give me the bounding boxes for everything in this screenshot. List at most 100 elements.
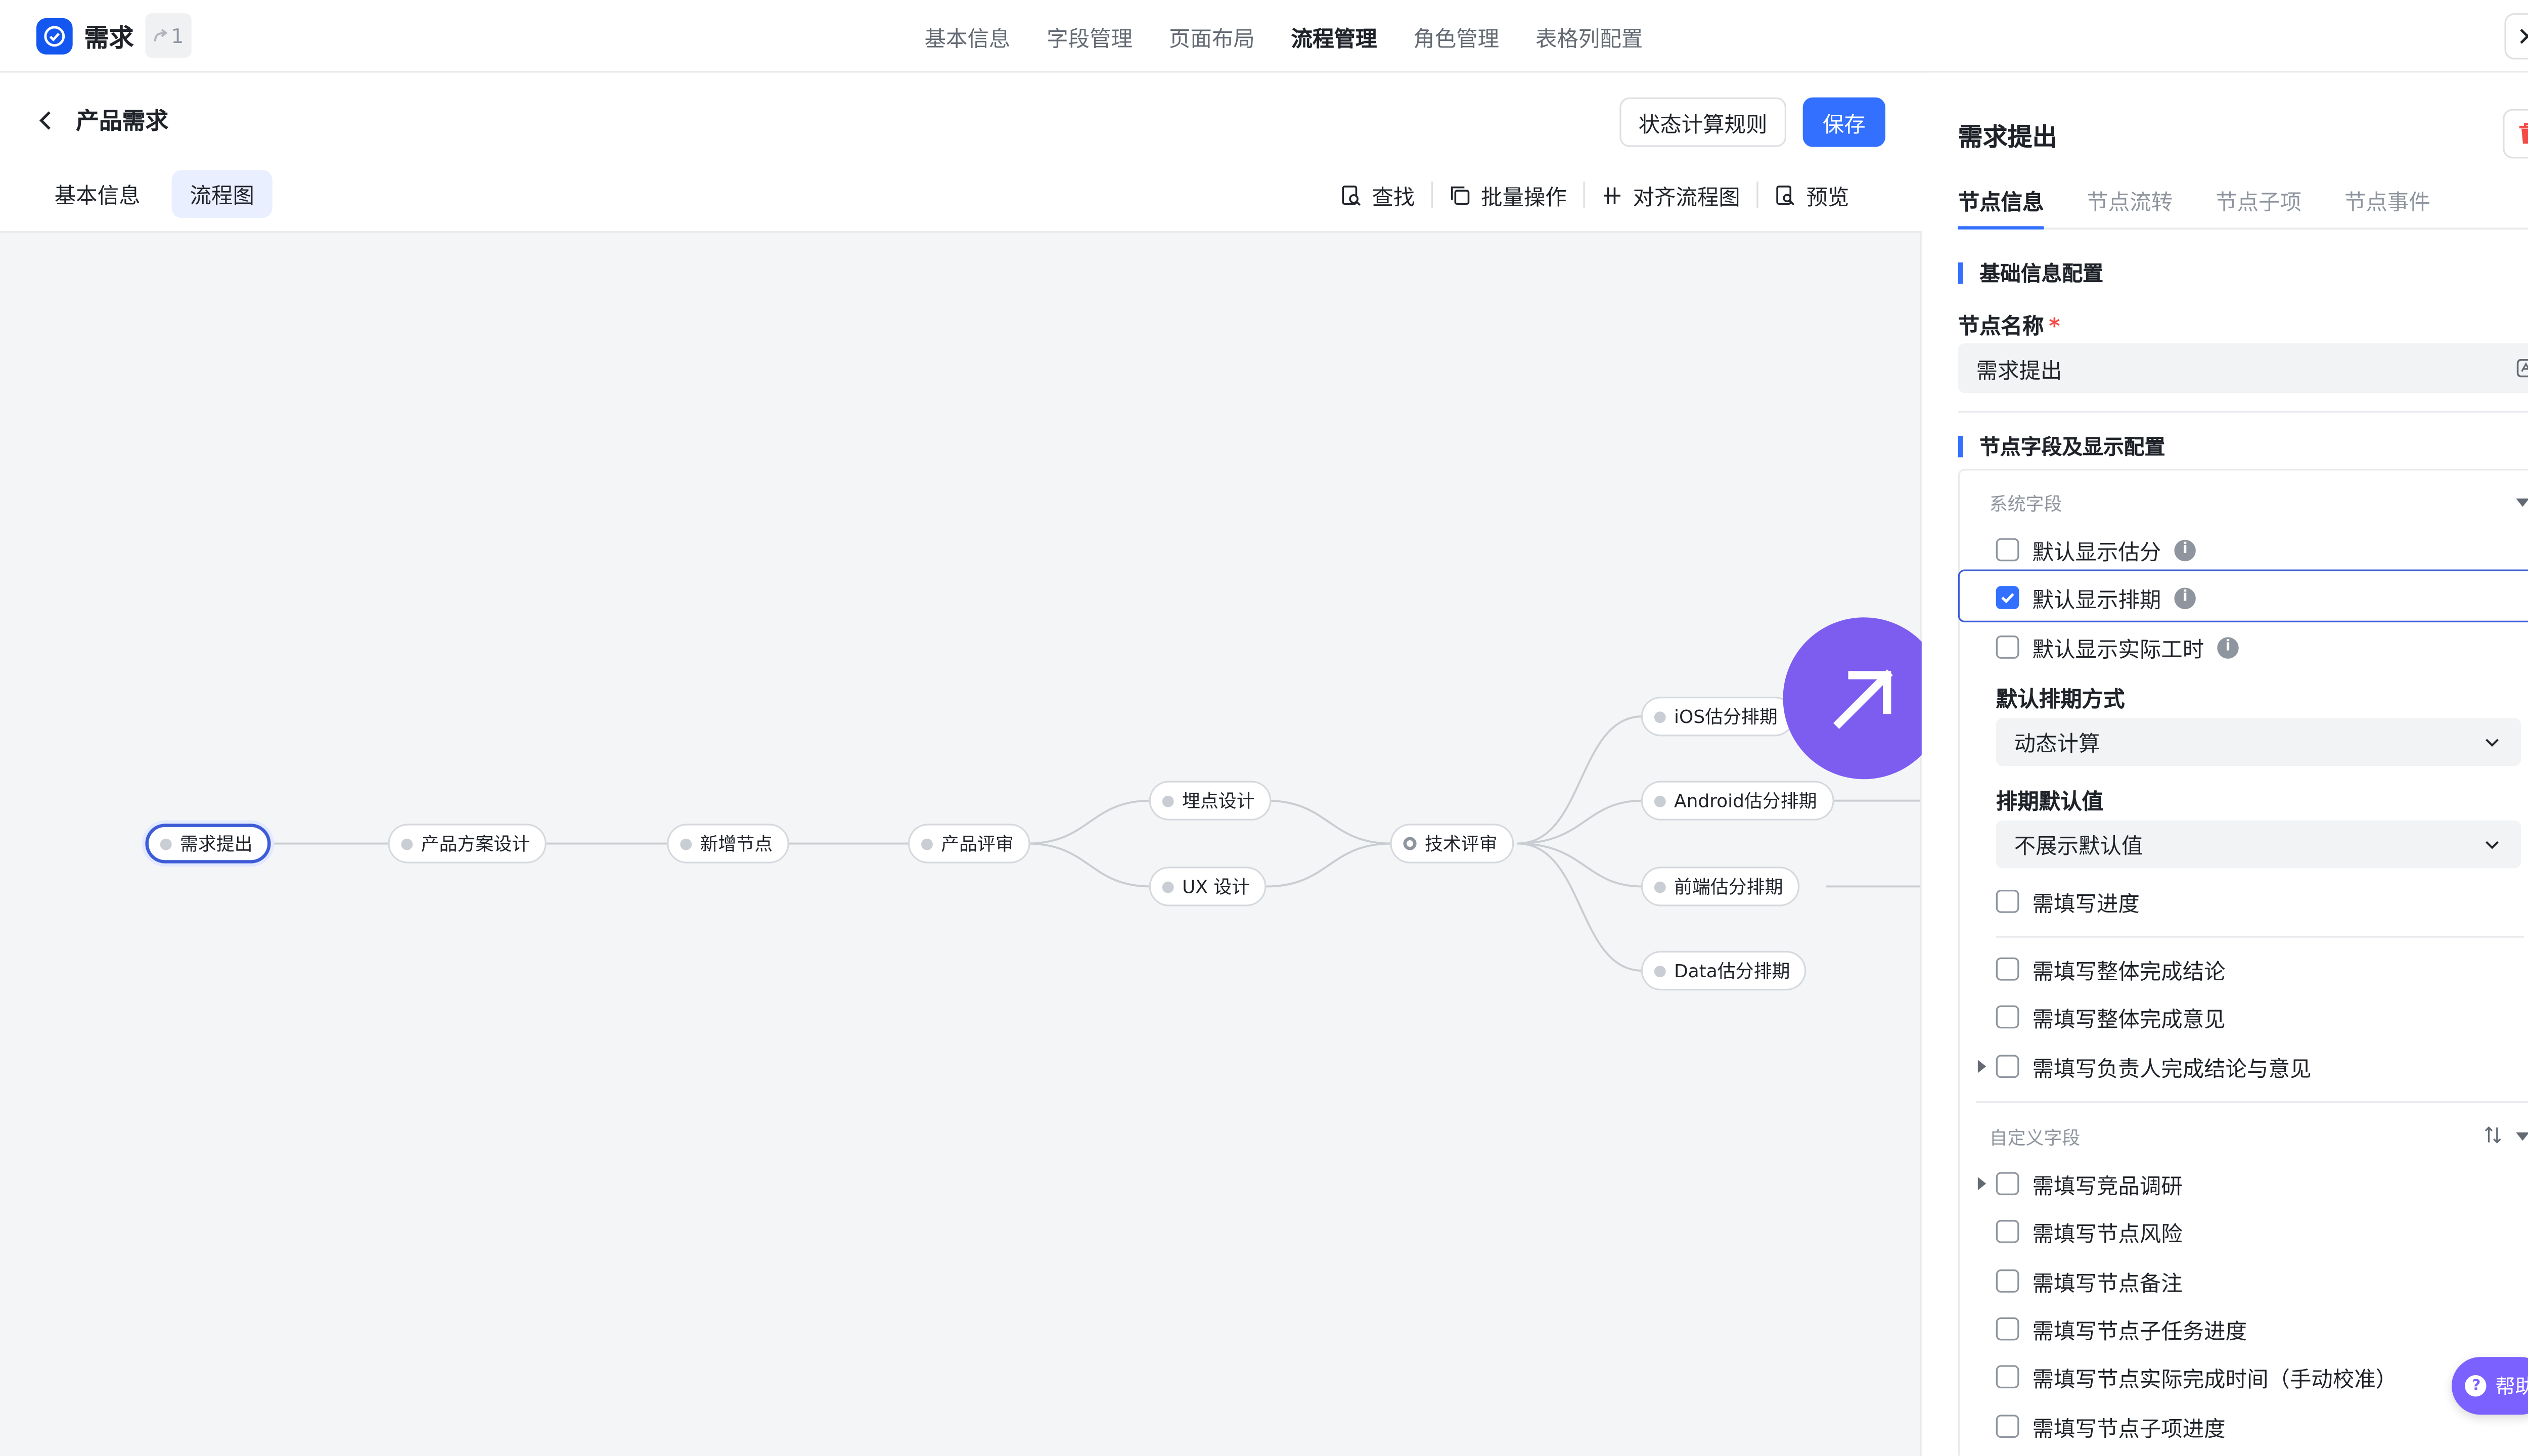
checkbox-overall-conclusion[interactable]: 需填写整体完成结论	[1996, 951, 2226, 987]
checkbox-icon[interactable]	[1996, 1365, 2019, 1389]
expand-caret-icon[interactable]	[1977, 1177, 1987, 1191]
node-name-label-text: 节点名称	[1958, 315, 2044, 340]
nav-page-layout[interactable]: 页面布局	[1169, 21, 1255, 52]
back-arrow-icon[interactable]	[33, 107, 59, 133]
node-status-dot	[680, 838, 692, 849]
nav-table-column-config[interactable]: 表格列配置	[1536, 21, 1643, 52]
chevron-down-icon	[2486, 739, 2499, 747]
schedule-mode-label: 默认排期方式	[1996, 688, 2125, 713]
section-basic-config: 基础信息配置	[1958, 262, 2103, 284]
tab-node-events[interactable]: 节点事件	[2344, 185, 2430, 230]
node-status-dot	[1654, 795, 1666, 807]
schedule-mode-select[interactable]: 动态计算	[1996, 718, 2521, 766]
collapse-caret-icon[interactable]	[2516, 1132, 2528, 1141]
checkbox-node-remark[interactable]: 需填写节点备注	[1996, 1263, 2183, 1299]
panel-tabs: 节点信息 节点流转 节点子项 节点事件	[1958, 185, 2528, 230]
checkbox-progress[interactable]: 需填写进度	[1996, 883, 2140, 920]
checkbox-show-actual-hours[interactable]: 默认显示实际工时 i	[1996, 629, 2239, 665]
node-name-input[interactable]: 需求提出	[1958, 343, 2528, 393]
section-field-config: 节点字段及显示配置	[1958, 436, 2165, 457]
flow-canvas[interactable]: 需求提出 产品方案设计 新增节点 产品评审 埋点设计 UX 设计 技术评审 iO…	[0, 231, 1922, 1456]
nav-field-management[interactable]: 字段管理	[1047, 21, 1133, 52]
help-button[interactable]: ? 帮助	[2451, 1357, 2528, 1415]
schedule-default-select[interactable]: 不展示默认值	[1996, 820, 2521, 869]
sort-icon[interactable]	[2483, 1126, 2503, 1144]
checkbox-icon[interactable]	[1996, 1172, 2019, 1196]
checkbox-show-schedule[interactable]: 默认显示排期 i	[1996, 579, 2196, 616]
checkbox-checked-icon[interactable]	[1996, 586, 2019, 609]
checkbox-icon[interactable]	[1996, 1055, 2019, 1078]
collapse-caret-icon[interactable]	[2516, 498, 2528, 507]
delete-node-button[interactable]	[2503, 109, 2528, 159]
flow-node-frontend-estimate[interactable]: 前端估分排期	[1641, 867, 1800, 906]
translate-edit-icon[interactable]	[2516, 356, 2528, 380]
flow-node-ux-design[interactable]: UX 设计	[1149, 867, 1267, 906]
node-label: 前端估分排期	[1674, 876, 1783, 898]
info-icon[interactable]: i	[2217, 636, 2239, 658]
checkbox-icon[interactable]	[1996, 889, 2019, 913]
nav-flow-management[interactable]: 流程管理	[1291, 21, 1377, 52]
checkbox-icon[interactable]	[1996, 1269, 2019, 1293]
node-label: Android估分排期	[1674, 791, 1817, 812]
flow-node-tracking-design[interactable]: 埋点设计	[1149, 781, 1272, 821]
save-button[interactable]: 保存	[1802, 97, 1885, 147]
nav-basic-info[interactable]: 基本信息	[925, 21, 1011, 52]
page-title: 产品需求	[76, 109, 169, 135]
checkbox-actual-completion-time[interactable]: 需填写节点实际完成时间（手动校准）	[1996, 1358, 2398, 1395]
flow-node-product-review[interactable]: 产品评审	[908, 824, 1030, 863]
align-icon	[1604, 186, 1620, 203]
nav-role-management[interactable]: 角色管理	[1413, 21, 1499, 52]
align-flow-button[interactable]: 对齐流程图	[1592, 179, 1750, 210]
flow-node-requirement[interactable]: 需求提出	[145, 824, 271, 863]
page-header: 产品需求	[33, 99, 168, 142]
checkbox-icon[interactable]	[1996, 635, 2019, 659]
subtab-basic-info[interactable]: 基本信息	[36, 170, 159, 218]
flow-node-new[interactable]: 新增节点	[667, 824, 789, 863]
node-status-dot	[401, 838, 413, 849]
checkbox-icon[interactable]	[1996, 1220, 2019, 1243]
node-status-dot	[1403, 837, 1417, 850]
status-rule-button[interactable]: 状态计算规则	[1619, 97, 1787, 147]
flow-node-android-estimate[interactable]: Android估分排期	[1641, 781, 1834, 821]
subtab-flowchart[interactable]: 流程图	[171, 170, 273, 218]
flow-node-data-estimate[interactable]: Data估分排期	[1641, 950, 1807, 991]
checkbox-label: 需填写节点备注	[2032, 1271, 2183, 1297]
preview-button[interactable]: 预览	[1765, 179, 1859, 210]
flow-node-tech-review[interactable]: 技术评审	[1390, 824, 1514, 863]
flow-node-ios-estimate[interactable]: iOS估分排期	[1641, 696, 1794, 737]
node-label: 技术评审	[1424, 833, 1498, 855]
find-button[interactable]: 查找	[1331, 179, 1425, 210]
batch-operation-button[interactable]: 批量操作	[1439, 179, 1576, 210]
question-icon: ?	[2465, 1375, 2488, 1397]
checkbox-subitem-progress[interactable]: 需填写节点子项进度	[1996, 1408, 2226, 1444]
checkbox-show-estimate[interactable]: 默认显示估分 i	[1996, 531, 2196, 568]
checkbox-competitor-research[interactable]: 需填写竞品调研	[1996, 1165, 2183, 1202]
checkbox-icon[interactable]	[1996, 957, 2019, 981]
checkbox-owner-conclusion[interactable]: 需填写负责人完成结论与意见	[1996, 1048, 2312, 1084]
section-divider	[1958, 411, 2528, 413]
checkbox-node-risk[interactable]: 需填写节点风险	[1996, 1213, 2183, 1250]
close-button[interactable]	[2504, 13, 2528, 60]
tab-node-info[interactable]: 节点信息	[1958, 185, 2044, 230]
info-icon[interactable]: i	[2174, 586, 2196, 609]
tab-node-transition[interactable]: 节点流转	[2087, 185, 2173, 230]
chevron-down-icon	[2486, 841, 2499, 849]
checkbox-icon[interactable]	[1996, 1317, 2019, 1341]
checkbox-subtask-progress[interactable]: 需填写节点子任务进度	[1996, 1311, 2247, 1347]
node-label: 埋点设计	[1182, 791, 1255, 812]
expand-caret-icon[interactable]	[1977, 1060, 1987, 1073]
info-icon[interactable]: i	[2174, 539, 2196, 561]
node-status-dot	[1654, 710, 1666, 722]
checkbox-label: 需填写节点实际完成时间（手动校准）	[2032, 1368, 2398, 1393]
checkbox-label: 需填写负责人完成结论与意见	[2032, 1057, 2312, 1082]
version-count: 1	[171, 24, 184, 48]
checkbox-icon[interactable]	[1996, 1005, 2019, 1029]
expand-arrow-button[interactable]	[1783, 617, 1945, 780]
flow-node-product-design[interactable]: 产品方案设计	[388, 824, 547, 863]
checkbox-icon[interactable]	[1996, 1415, 2019, 1438]
checkbox-overall-opinion[interactable]: 需填写整体完成意见	[1996, 999, 2226, 1035]
checkbox-icon[interactable]	[1996, 538, 2019, 562]
node-name-label: 节点名称 *	[1958, 309, 2060, 340]
tab-node-subitems[interactable]: 节点子项	[2216, 185, 2301, 230]
version-badge[interactable]: 1	[145, 13, 192, 58]
